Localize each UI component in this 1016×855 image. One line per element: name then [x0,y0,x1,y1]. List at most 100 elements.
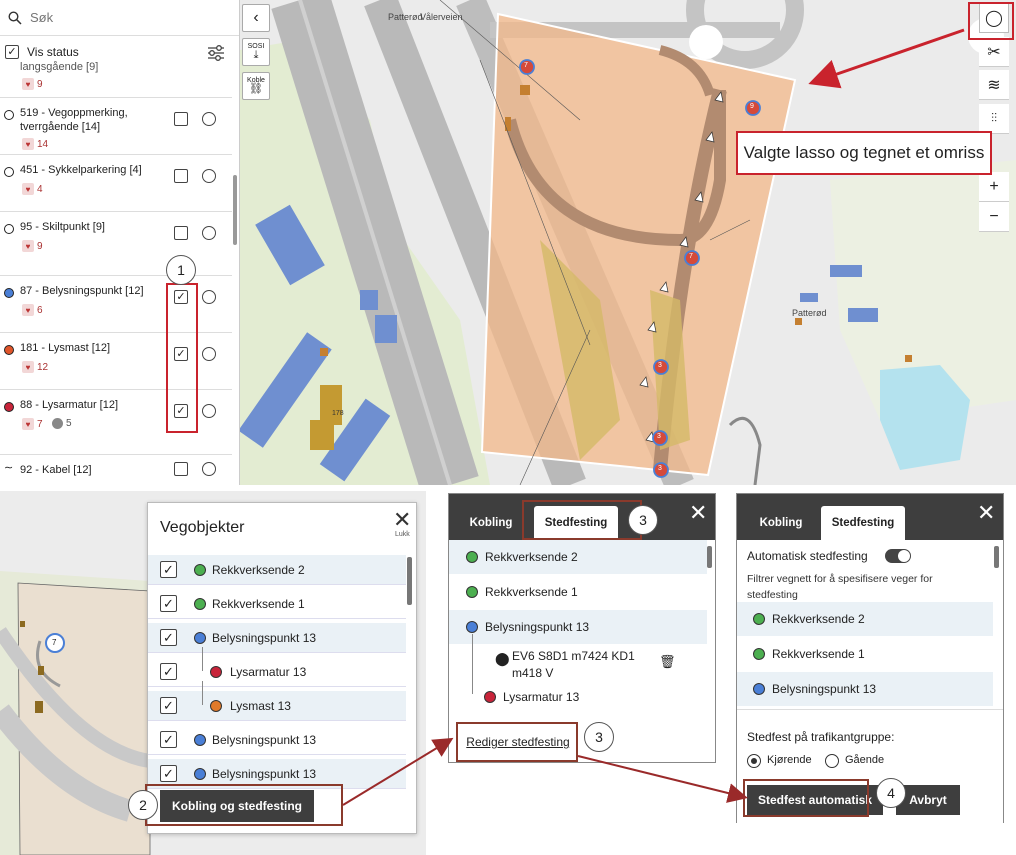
tab-stedfesting[interactable]: Stedfesting [821,506,905,540]
list-checkbox[interactable] [174,112,188,126]
close-icon[interactable]: ✕ [977,500,995,526]
status-dot [753,613,765,625]
list-item[interactable]: 519 - Vegoppmerking, tverrgående [14] ♥ 14 [0,98,232,155]
search-row [0,0,239,36]
vegobjekt-row[interactable]: Belysningspunkt 13 [148,623,406,653]
status-dot [753,683,765,695]
layers-button[interactable]: ≋ [979,70,1009,100]
tree-row[interactable]: Belysningspunkt 13 [449,610,707,644]
list-radio[interactable] [202,462,216,476]
tab-kobling[interactable]: Kobling [459,506,523,540]
vis-status-checkbox[interactable] [5,45,19,59]
highlight-checkboxes [166,283,198,433]
tree-row[interactable]: Belysningspunkt 13 [737,672,993,706]
list-radio[interactable] [202,112,216,126]
status-dot [194,563,206,576]
row-checkbox[interactable] [160,731,177,748]
radio-kjorende[interactable] [747,754,761,768]
tree-row[interactable]: Rekkverksende 2 [449,540,707,574]
status-dot [4,288,14,298]
status-dot [194,597,206,610]
list-item[interactable]: 451 - Sykkelparkering [4] ♥ 4 [0,155,232,212]
tree-row[interactable]: Rekkverksende 2 [737,602,993,636]
list-radio[interactable] [202,169,216,183]
auto-stedfesting-label: Automatisk stedfesting [747,549,868,563]
list-checkbox[interactable] [174,226,188,240]
list-item-title: 88 - Lysarmatur [12] [20,399,119,411]
status-badge: ♥ 6 [22,304,43,316]
list-checkbox[interactable] [174,462,188,476]
tree-row-sub[interactable]: Lysarmatur 13 [449,680,707,714]
panel-scrollbar[interactable] [994,546,999,568]
vegobjekt-row[interactable]: Lysmast 13 [148,681,406,721]
tab-kobling[interactable]: Kobling [749,506,813,540]
row-checkbox[interactable] [160,697,177,714]
filter-text: Filtrer vegnett for å spesifisere veger … [747,573,933,585]
building-label: 178 [332,410,344,417]
list-radio[interactable] [202,226,216,240]
tree-row[interactable]: Rekkverksende 1 [737,637,993,671]
row-checkbox[interactable] [160,765,177,782]
row-checkbox[interactable] [160,561,177,578]
auto-stedfesting-toggle[interactable] [885,549,911,563]
zoom-out-button[interactable]: − [979,202,1009,232]
map-marker-label[interactable]: 3 [658,362,662,369]
map-marker-label[interactable]: 7 [689,253,693,260]
tree-row[interactable]: Rekkverksende 1 [449,575,707,609]
status-dot [210,699,222,712]
search-input[interactable] [30,10,210,25]
status-dot [194,733,206,746]
scissors-icon: ✂ [987,43,1001,61]
heart-icon: ♥ [22,304,34,316]
panel-title: Vegobjekter [160,519,245,536]
row-label: Rekkverksende 2 [485,550,578,564]
list-radio[interactable] [202,290,216,304]
list-item[interactable]: 95 - Skiltpunkt [9] ♥ 9 [0,212,232,276]
map-marker-label[interactable]: 3 [658,465,662,472]
collapse-sidebar-button[interactable]: ‹ [242,4,270,32]
close-icon[interactable]: ✕ [689,500,707,526]
map-view[interactable]: 7 9 7 3 3 3 Patterød Vålerveien Patterød… [240,0,1016,485]
zoom-in-button[interactable]: + [979,172,1009,202]
layer-sidebar: Vis status langsgående [9] ♥9 519 - Vego… [0,0,240,485]
location-pin-icon: ⬤ [495,651,510,666]
map-marker-label[interactable]: 9 [750,103,754,110]
list-checkbox[interactable] [174,169,188,183]
measure-button[interactable]: ⫶⫶ [979,104,1009,134]
map-canvas[interactable] [240,0,1016,485]
map-marker-label[interactable]: 3 [657,433,661,440]
map-marker-label[interactable]: 7 [52,638,56,647]
panel-scrollbar[interactable] [407,557,412,605]
cut-tool-button[interactable]: ✂ [979,37,1009,67]
list-radio[interactable] [202,347,216,361]
vegobjekt-row[interactable]: Lysarmatur 13 [148,647,406,687]
status-badge: ♥ 12 [22,361,48,373]
row-checkbox[interactable] [160,629,177,646]
heart-icon: ♥ [22,78,34,90]
sosi-button[interactable]: SOSI ⤓ [242,38,270,66]
close-label[interactable]: Lukk [395,531,410,538]
list-item-kabel[interactable]: ∼ 92 - Kabel [12] [0,455,232,485]
list-item-title: 451 - Sykkelparkering [4] [20,164,142,176]
heart-icon: ♥ [22,418,34,430]
radio-gaende[interactable] [825,754,839,768]
highlight-stedfesting-tab [522,500,642,540]
list-item-partial[interactable]: langsgående [9] ♥ 9 [0,58,232,98]
koble-button[interactable]: Koble ⛓ [242,72,270,100]
row-checkbox[interactable] [160,663,177,680]
panel-scrollbar[interactable] [707,546,712,568]
vegobjekt-row[interactable]: Rekkverksende 2 [148,555,406,585]
vegobjekt-row[interactable]: Belysningspunkt 13 [148,725,406,755]
tree-line [202,647,203,671]
row-label: Rekkverksende 1 [772,647,865,661]
close-icon[interactable]: ✕ [393,507,411,533]
trash-icon[interactable]: 🗑 [659,654,676,670]
list-item-title: 519 - Vegoppmerking, tverrgående [14] [20,107,128,133]
status-dot [4,110,14,120]
list-radio[interactable] [202,404,216,418]
sidebar-scrollbar[interactable] [233,175,237,245]
vegobjekt-row[interactable]: Rekkverksende 1 [148,589,406,619]
status-badge: ♥ 9 [22,240,43,252]
map-marker-label[interactable]: 7 [524,62,528,69]
row-checkbox[interactable] [160,595,177,612]
